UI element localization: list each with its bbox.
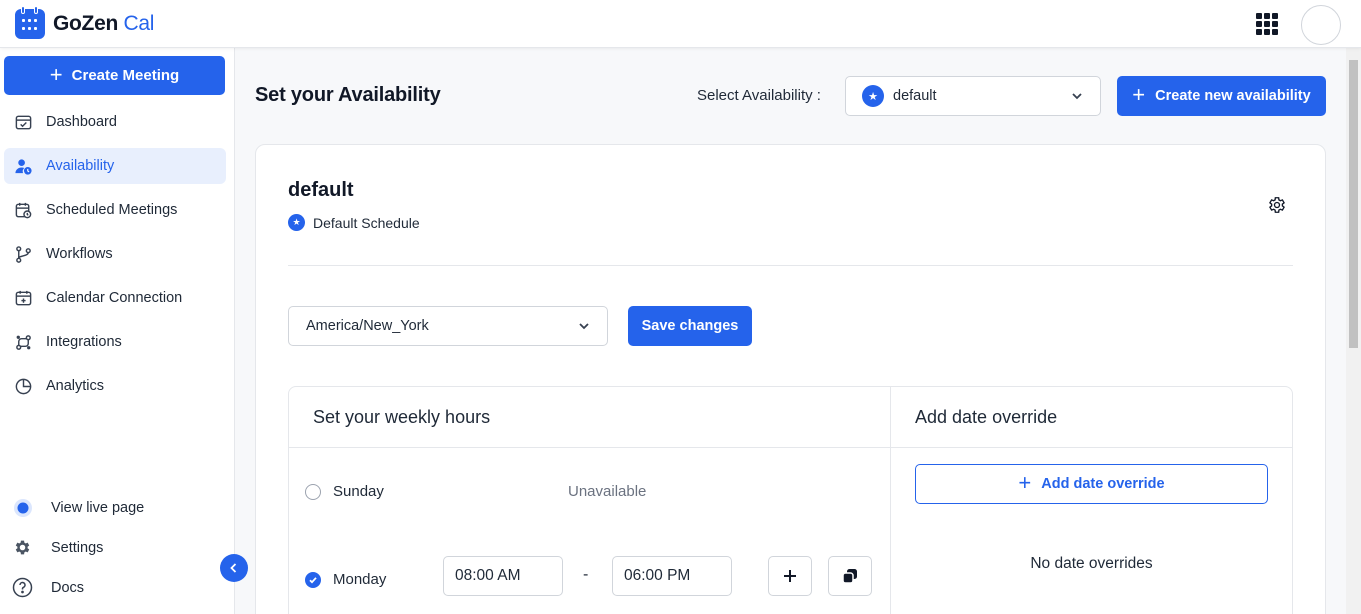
- collapse-sidebar-button[interactable]: [220, 554, 248, 582]
- add-time-slot-button[interactable]: [768, 556, 812, 596]
- save-changes-button[interactable]: Save changes: [628, 306, 752, 346]
- copy-icon: [842, 569, 857, 584]
- sidebar: + Create Meeting Dashboard Availability …: [0, 48, 235, 614]
- sidebar-item-analytics[interactable]: Analytics: [4, 368, 226, 404]
- sidebar-item-workflows[interactable]: Workflows: [4, 236, 226, 272]
- help-icon: [12, 577, 33, 598]
- star-badge-icon: ★: [288, 214, 305, 231]
- plus-icon: +: [1132, 82, 1146, 107]
- chevron-left-icon: [230, 563, 237, 573]
- availability-select[interactable]: ★ default: [845, 76, 1101, 116]
- apps-grid-icon[interactable]: [1256, 13, 1278, 35]
- scrollbar-thumb[interactable]: [1349, 60, 1358, 348]
- sidebar-item-dashboard[interactable]: Dashboard: [4, 104, 226, 140]
- workflow-icon: [16, 245, 31, 263]
- monday-end-time-input[interactable]: 06:00 PM: [612, 556, 732, 596]
- day-label-sunday: Sunday: [333, 483, 384, 500]
- schedule-name: default: [288, 179, 354, 201]
- panel-divider: [890, 387, 891, 614]
- chevron-down-icon: [1072, 93, 1082, 100]
- unavailable-text: Unavailable: [568, 483, 647, 500]
- plus-icon: [784, 570, 796, 582]
- sidebar-item-calendar-connection[interactable]: Calendar Connection: [4, 280, 226, 316]
- weekly-hours-title: Set your weekly hours: [313, 407, 491, 427]
- calendar-logo-icon: [15, 6, 45, 39]
- sidebar-item-scheduled-meetings[interactable]: Scheduled Meetings: [4, 192, 226, 228]
- default-schedule-tag: ★ Default Schedule: [288, 214, 420, 231]
- app-name: GoZen Cal: [53, 12, 155, 35]
- date-override-title: Add date override: [915, 407, 1058, 427]
- docs-link[interactable]: Docs: [12, 577, 84, 598]
- star-badge-icon: ★: [862, 85, 884, 107]
- schedule-settings-icon[interactable]: [1267, 195, 1287, 220]
- sidebar-item-integrations[interactable]: Integrations: [4, 324, 226, 360]
- no-overrides-text: No date overrides: [1030, 555, 1153, 572]
- monday-checkbox[interactable]: [305, 572, 321, 588]
- panel-header-divider: [289, 447, 1292, 448]
- chevron-down-icon: [579, 323, 589, 330]
- availability-icon: [15, 158, 32, 175]
- create-meeting-button[interactable]: + Create Meeting: [4, 56, 225, 95]
- time-range-separator: -: [583, 566, 589, 583]
- check-icon: [309, 577, 317, 584]
- page-title: Set your Availability: [255, 84, 441, 106]
- timezone-select[interactable]: America/New_York: [288, 306, 608, 346]
- dashboard-icon: [15, 115, 32, 129]
- create-new-availability-button[interactable]: + Create new availability: [1117, 76, 1326, 116]
- sunday-checkbox[interactable]: [305, 484, 321, 500]
- integrations-icon: [16, 334, 31, 350]
- pie-chart-icon: [15, 378, 32, 394]
- live-dot-icon: [12, 497, 33, 518]
- add-date-override-button[interactable]: + Add date override: [915, 464, 1268, 504]
- plus-icon: +: [1018, 470, 1032, 495]
- select-availability-label: Select Availability :: [697, 87, 821, 104]
- gear-icon: [12, 537, 33, 558]
- view-live-page-link[interactable]: View live page: [12, 497, 144, 518]
- calendar-clock-icon: [15, 202, 32, 218]
- calendar-plus-icon: [15, 290, 32, 305]
- sidebar-item-availability[interactable]: Availability: [4, 148, 226, 184]
- settings-link[interactable]: Settings: [12, 537, 103, 558]
- section-divider: [288, 265, 1293, 266]
- top-bar: GoZen Cal: [0, 0, 1361, 48]
- copy-times-button[interactable]: [828, 556, 872, 596]
- day-label-monday: Monday: [333, 571, 387, 588]
- avatar[interactable]: [1301, 5, 1341, 45]
- monday-start-time-input[interactable]: 08:00 AM: [443, 556, 563, 596]
- plus-icon: +: [49, 61, 63, 87]
- app-logo[interactable]: GoZen Cal: [15, 6, 155, 39]
